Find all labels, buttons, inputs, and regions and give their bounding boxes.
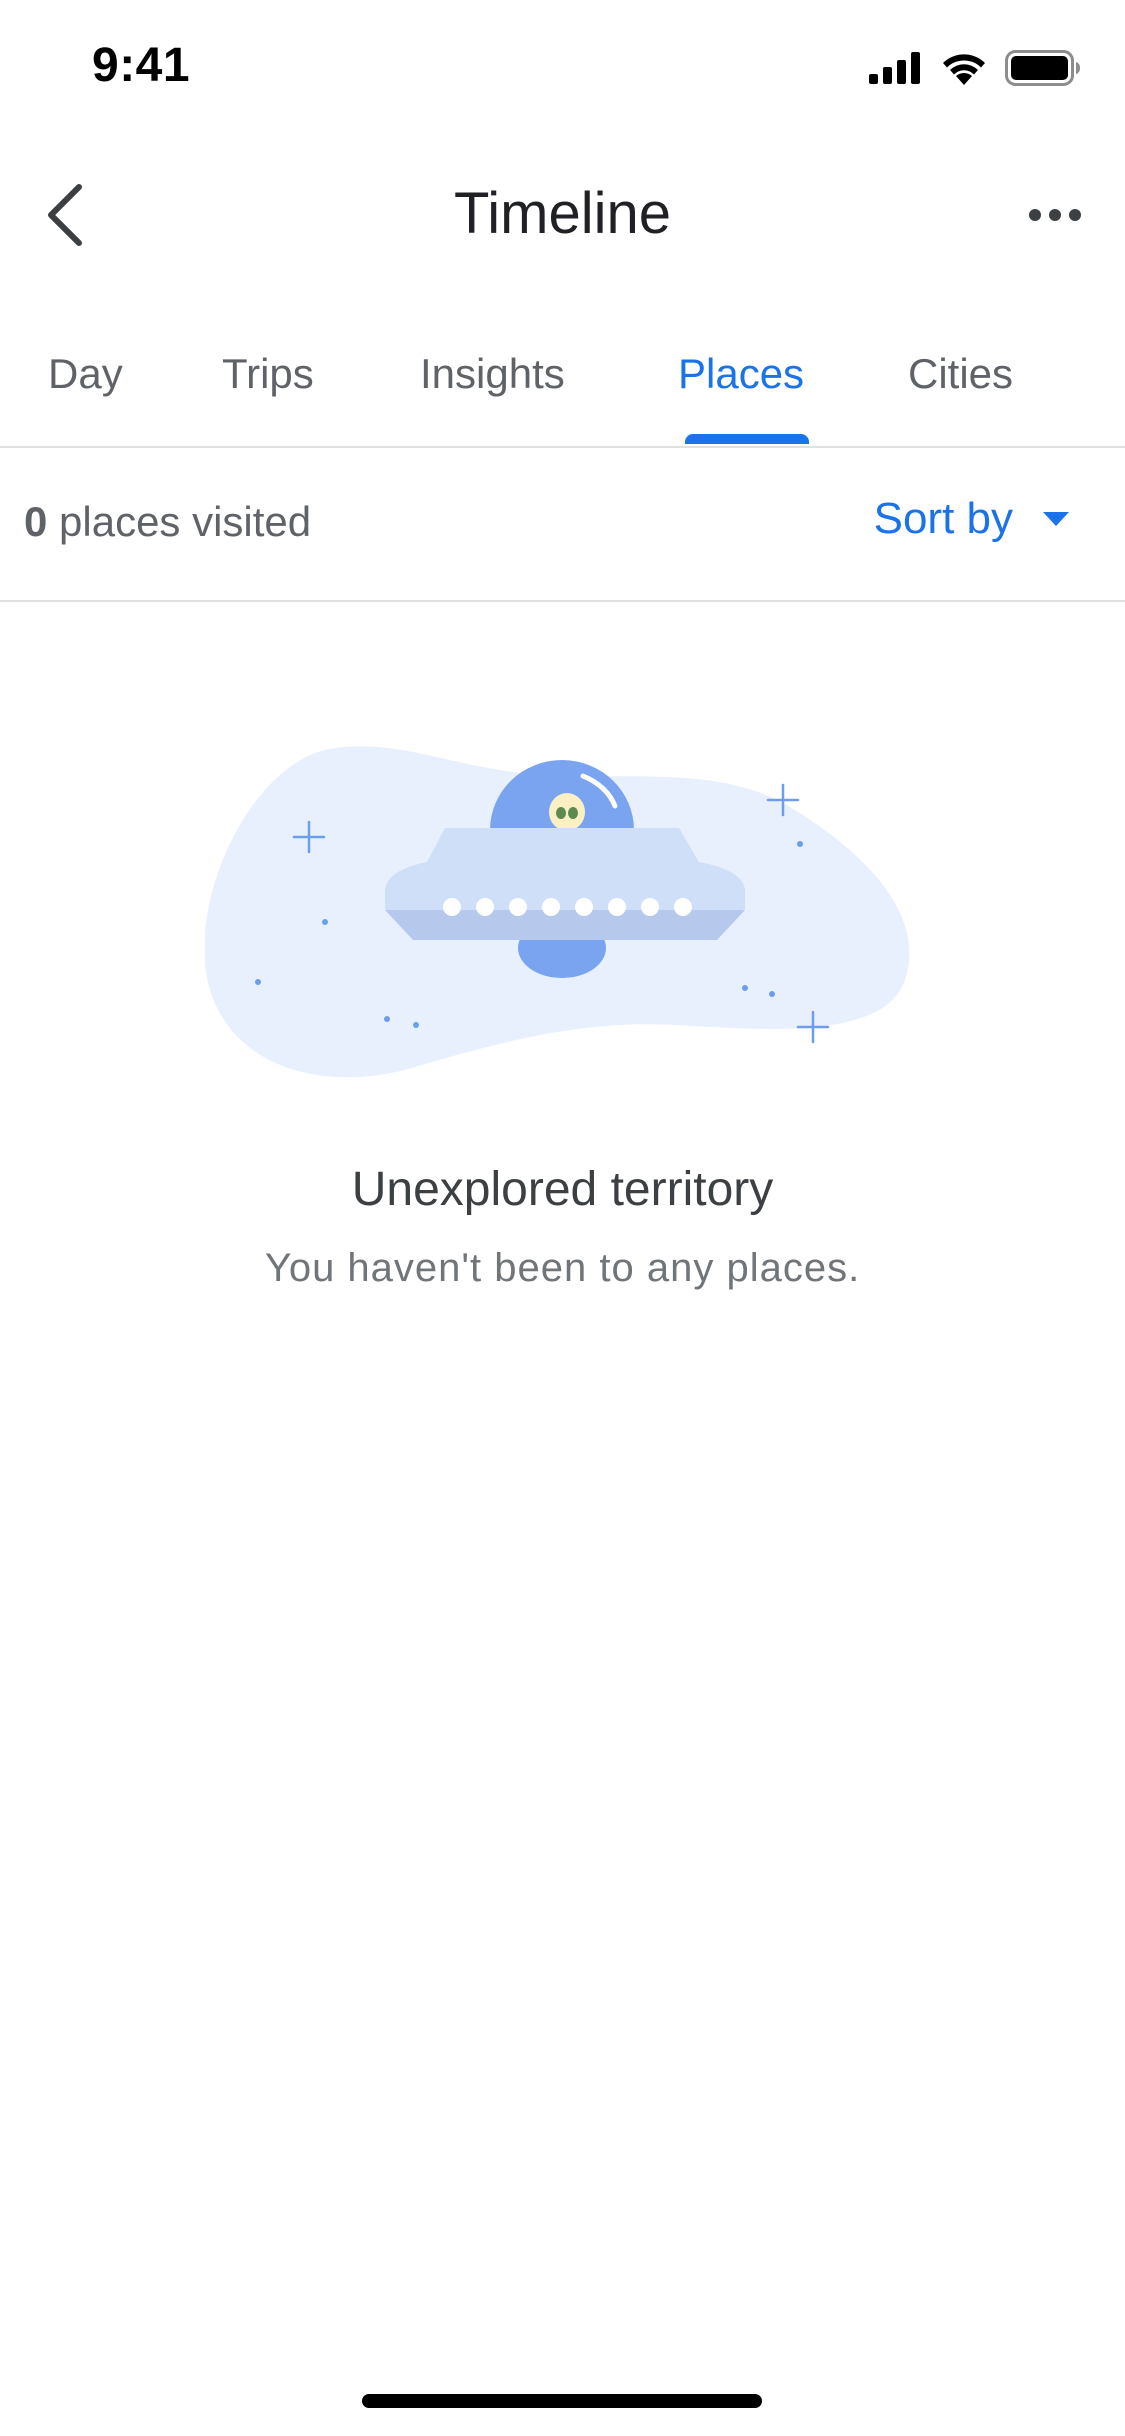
alien-head [549,793,585,831]
status-bar: 9:41 [0,0,1125,140]
places-summary-row: 0 places visited Sort by [0,448,1125,602]
active-tab-indicator [685,434,809,444]
app-header: Timeline [0,150,1125,280]
tab-trips[interactable]: Trips [222,350,314,398]
tab-day[interactable]: Day [48,350,123,398]
timeline-places-screen: 9:41 Timeline Day Trips Insights Places … [0,0,1125,2436]
wifi-icon [943,54,985,85]
cellular-signal-icon [869,52,920,84]
sort-by-label: Sort by [873,494,1013,543]
status-icons [869,50,1081,86]
battery-icon [1005,50,1080,86]
empty-state-title: Unexplored territory [351,1163,774,1216]
tab-bar: Day Trips Insights Places Cities [0,330,1125,448]
places-visited-count: 0 places visited [24,498,311,546]
tab-places[interactable]: Places [678,350,804,398]
home-indicator [362,2394,762,2408]
ufo-illustration [205,746,910,1078]
tab-cities[interactable]: Cities [908,350,1013,398]
empty-state-subtitle: You haven't been to any places. [264,1246,861,1290]
places-count-number: 0 [24,498,48,545]
more-options-button[interactable] [1015,180,1095,250]
more-horizontal-icon [1029,209,1081,221]
places-count-suffix: places visited [47,498,312,545]
status-time: 9:41 [92,39,191,92]
tab-insights[interactable]: Insights [420,350,565,398]
sort-by-button[interactable]: Sort by [874,494,1069,544]
page-title: Timeline [453,181,672,246]
caret-down-icon [1043,512,1069,526]
